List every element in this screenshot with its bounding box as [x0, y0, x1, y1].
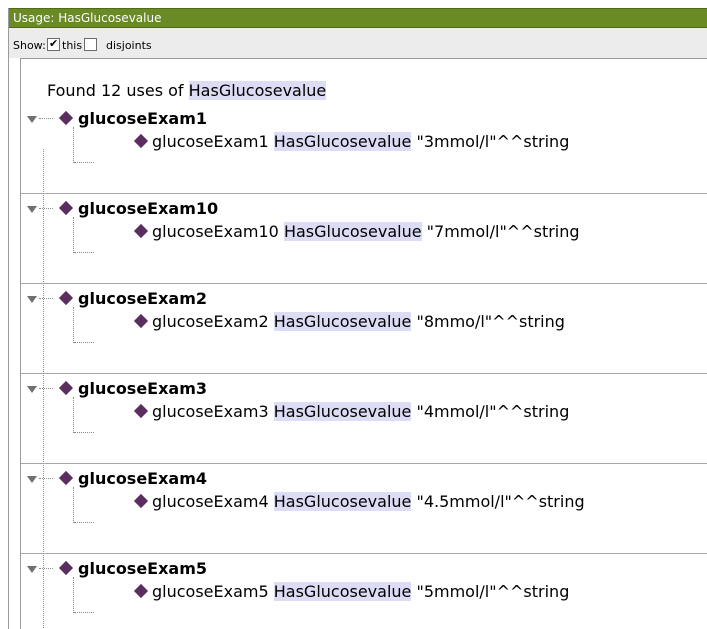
usage-assertion[interactable]: glucoseExam10 HasGlucosevalue "7mmol/l"^…	[152, 222, 580, 242]
usage-group: glucoseExam10 glucoseExam10 HasGlucoseva…	[21, 199, 707, 289]
assertion-property: HasGlucosevalue	[273, 492, 412, 511]
usage-summary-property: HasGlucosevalue	[188, 81, 327, 100]
tree-line	[73, 307, 74, 343]
diamond-individual-icon	[133, 133, 149, 149]
assertion-subject: glucoseExam1	[152, 132, 269, 151]
diamond-individual-icon	[133, 583, 149, 599]
expanded-triangle-icon[interactable]	[27, 296, 37, 303]
tree-line	[39, 388, 53, 389]
usage-panel: Usage: HasGlucosevalue Show: this disjoi…	[8, 8, 707, 629]
assertion-value: "7mmol/l"^^string	[426, 222, 580, 241]
assertion-subject: glucoseExam4	[152, 492, 269, 511]
assertion-value: "8mmo/l"^^string	[416, 312, 565, 331]
diamond-individual-icon	[58, 380, 74, 396]
show-disjoints-label[interactable]: disjoints	[106, 39, 152, 53]
individual-name[interactable]: glucoseExam1	[78, 109, 207, 129]
diamond-individual-icon	[133, 313, 149, 329]
individual-name[interactable]: glucoseExam5	[78, 559, 207, 579]
tree-line	[39, 118, 53, 119]
show-options-bar: Show: this disjoints	[9, 28, 707, 58]
usage-assertion[interactable]: glucoseExam4 HasGlucosevalue "4.5mmol/l"…	[152, 492, 585, 512]
group-divider	[21, 193, 707, 194]
diamond-individual-icon	[58, 560, 74, 576]
diamond-individual-icon	[58, 290, 74, 306]
assertion-property: HasGlucosevalue	[273, 312, 412, 331]
diamond-individual-icon	[133, 223, 149, 239]
individual-name[interactable]: glucoseExam2	[78, 289, 207, 309]
usage-group: glucoseExam2 glucoseExam2 HasGlucosevalu…	[21, 289, 707, 379]
usage-group: glucoseExam5 glucoseExam5 HasGlucosevalu…	[21, 559, 707, 629]
usage-assertion[interactable]: glucoseExam2 HasGlucosevalue "8mmo/l"^^s…	[152, 312, 565, 332]
assertion-value: "4.5mmol/l"^^string	[416, 492, 585, 511]
show-label: Show:	[13, 39, 46, 52]
tree-line	[74, 162, 94, 163]
tree-line	[74, 432, 94, 433]
diamond-individual-icon	[58, 470, 74, 486]
show-this-checkbox[interactable]	[47, 37, 60, 51]
usage-group: glucoseExam4 glucoseExam4 HasGlucosevalu…	[21, 469, 707, 559]
assertion-property: HasGlucosevalue	[273, 132, 412, 151]
assertion-value: "4mmol/l"^^string	[416, 402, 570, 421]
individual-name[interactable]: glucoseExam10	[78, 199, 218, 219]
assertion-subject: glucoseExam5	[152, 582, 269, 601]
assertion-subject: glucoseExam2	[152, 312, 269, 331]
assertion-property: HasGlucosevalue	[273, 582, 412, 601]
tree-line	[39, 568, 53, 569]
show-disjoints-checkbox[interactable]	[84, 38, 97, 51]
group-divider	[21, 373, 707, 374]
tree-line	[73, 217, 74, 253]
group-divider	[21, 463, 707, 464]
show-this-label[interactable]: this	[62, 39, 82, 53]
usage-summary-prefix: Found 12 uses of	[47, 81, 189, 100]
assertion-subject: glucoseExam3	[152, 402, 269, 421]
tree-line	[39, 208, 53, 209]
diamond-individual-icon	[58, 110, 74, 126]
tree-line	[73, 577, 74, 613]
tree-line	[73, 127, 74, 163]
tree-line	[74, 252, 94, 253]
expanded-triangle-icon[interactable]	[27, 476, 37, 483]
tree-line	[74, 612, 94, 613]
individual-name[interactable]: glucoseExam3	[78, 379, 207, 399]
tree-line	[74, 342, 94, 343]
panel-title: Usage: HasGlucosevalue	[13, 11, 162, 25]
tree-line	[73, 397, 74, 433]
usage-group: glucoseExam3 glucoseExam3 HasGlucosevalu…	[21, 379, 707, 469]
expanded-triangle-icon[interactable]	[27, 386, 37, 393]
diamond-individual-icon	[133, 493, 149, 509]
usage-group: glucoseExam1 glucoseExam1 HasGlucosevalu…	[21, 109, 707, 199]
expanded-triangle-icon[interactable]	[27, 116, 37, 123]
usage-assertion[interactable]: glucoseExam5 HasGlucosevalue "5mmol/l"^^…	[152, 582, 569, 602]
assertion-property: HasGlucosevalue	[283, 222, 422, 241]
diamond-individual-icon	[133, 403, 149, 419]
assertion-value: "5mmol/l"^^string	[416, 582, 570, 601]
usage-summary: Found 12 uses of HasGlucosevalue	[47, 81, 327, 100]
tree-line	[39, 298, 53, 299]
group-divider	[21, 553, 707, 554]
tree-line	[39, 478, 53, 479]
tree-line	[73, 487, 74, 523]
group-divider	[21, 283, 707, 284]
usage-assertion[interactable]: glucoseExam1 HasGlucosevalue "3mmol/l"^^…	[152, 132, 569, 152]
usage-assertion[interactable]: glucoseExam3 HasGlucosevalue "4mmol/l"^^…	[152, 402, 569, 422]
individual-name[interactable]: glucoseExam4	[78, 469, 207, 489]
diamond-individual-icon	[58, 200, 74, 216]
assertion-subject: glucoseExam10	[152, 222, 279, 241]
expanded-triangle-icon[interactable]	[27, 566, 37, 573]
assertion-value: "3mmol/l"^^string	[416, 132, 570, 151]
expanded-triangle-icon[interactable]	[27, 206, 37, 213]
tree-line	[74, 522, 94, 523]
panel-title-bar: Usage: HasGlucosevalue	[9, 8, 707, 28]
usage-list[interactable]: Found 12 uses of HasGlucosevalue glucose…	[20, 58, 707, 629]
assertion-property: HasGlucosevalue	[273, 402, 412, 421]
